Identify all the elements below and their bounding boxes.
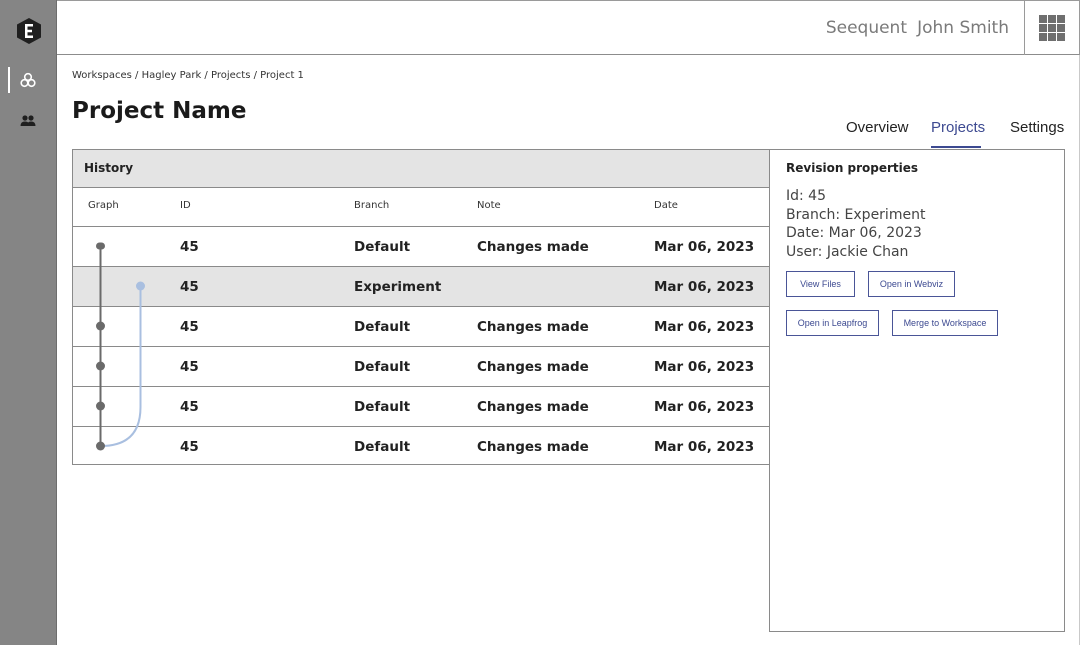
view-files-button[interactable]: View Files <box>786 271 855 297</box>
page-title: Project Name <box>72 98 247 124</box>
column-header-branch: Branch <box>354 200 390 211</box>
cell-note: Changes made <box>477 359 589 375</box>
cell-id: 45 <box>180 399 199 415</box>
cell-date: Mar 06, 2023 <box>654 439 755 455</box>
cell-id: 45 <box>180 319 199 335</box>
cell-note: Changes made <box>477 239 589 255</box>
table-row[interactable]: 45 Default Changes made Mar 06, 2023 <box>73 227 769 267</box>
nav-projects[interactable] <box>0 67 56 93</box>
revision-branch: Branch: Experiment <box>786 207 926 223</box>
active-tab-indicator <box>931 146 981 148</box>
column-header-note: Note <box>477 200 501 211</box>
open-in-leapfrog-button[interactable]: Open in Leapfrog <box>786 310 879 336</box>
revision-date: Date: Mar 06, 2023 <box>786 225 922 241</box>
user-name[interactable]: John Smith <box>917 18 1009 38</box>
table-row[interactable]: 45 Default Changes made Mar 06, 2023 <box>73 307 769 347</box>
grid-icon <box>1039 15 1047 23</box>
column-header-id: ID <box>180 200 191 211</box>
column-header-graph: Graph <box>88 200 119 211</box>
cell-date: Mar 06, 2023 <box>654 399 755 415</box>
tab-projects[interactable]: Projects <box>931 119 985 136</box>
cell-branch: Default <box>354 359 411 375</box>
cell-branch: Default <box>354 399 411 415</box>
revision-properties-panel: Revision properties Id: 45 Branch: Exper… <box>769 149 1065 632</box>
table-row[interactable]: 45 Default Changes made Mar 06, 2023 <box>73 347 769 387</box>
cell-id: 45 <box>180 439 199 455</box>
org-name[interactable]: Seequent <box>826 18 907 38</box>
cell-branch: Experiment <box>354 279 442 295</box>
merge-to-workspace-button[interactable]: Merge to Workspace <box>892 310 998 336</box>
cell-id: 45 <box>180 279 199 295</box>
tab-bar: Overview Projects Settings <box>840 112 1080 149</box>
cell-id: 45 <box>180 359 199 375</box>
cell-date: Mar 06, 2023 <box>654 359 755 375</box>
revision-id: Id: 45 <box>786 188 826 204</box>
breadcrumb: Workspaces / Hagley Park / Projects / Pr… <box>72 70 304 81</box>
breadcrumb-project-1[interactable]: Project 1 <box>260 70 304 81</box>
tab-settings[interactable]: Settings <box>1010 119 1064 136</box>
column-header-date: Date <box>654 200 678 211</box>
history-title: History <box>73 150 769 188</box>
tab-overview[interactable]: Overview <box>846 119 909 136</box>
top-bar: Seequent John Smith <box>57 0 1080 55</box>
table-row[interactable]: 45 Experiment Mar 06, 2023 <box>73 267 769 307</box>
app-switcher-button[interactable] <box>1024 1 1079 55</box>
cell-note: Changes made <box>477 319 589 335</box>
revision-properties-title: Revision properties <box>786 161 919 175</box>
seequent-logo-icon[interactable] <box>17 18 41 44</box>
cell-branch: Default <box>354 439 411 455</box>
revision-user: User: Jackie Chan <box>786 244 909 260</box>
cell-note: Changes made <box>477 399 589 415</box>
cell-branch: Default <box>354 239 411 255</box>
table-row[interactable]: 45 Default Changes made Mar 06, 2023 <box>73 427 769 467</box>
users-icon <box>20 115 36 126</box>
cell-branch: Default <box>354 319 411 335</box>
breadcrumb-projects[interactable]: Projects <box>211 70 250 81</box>
cell-date: Mar 06, 2023 <box>654 279 755 295</box>
cell-id: 45 <box>180 239 199 255</box>
cell-note: Changes made <box>477 439 589 455</box>
table-row[interactable]: 45 Default Changes made Mar 06, 2023 <box>73 387 769 427</box>
history-panel: History Graph ID Branch Note Date 45 Defa… <box>72 149 770 465</box>
left-nav-rail <box>0 0 57 645</box>
open-in-webviz-button[interactable]: Open in Webviz <box>868 271 955 297</box>
projects-icon <box>20 72 36 88</box>
cell-date: Mar 06, 2023 <box>654 239 755 255</box>
breadcrumb-hagley-park[interactable]: Hagley Park <box>142 70 202 81</box>
nav-users[interactable] <box>0 108 56 134</box>
breadcrumb-workspaces[interactable]: Workspaces <box>72 70 132 81</box>
cell-date: Mar 06, 2023 <box>654 319 755 335</box>
